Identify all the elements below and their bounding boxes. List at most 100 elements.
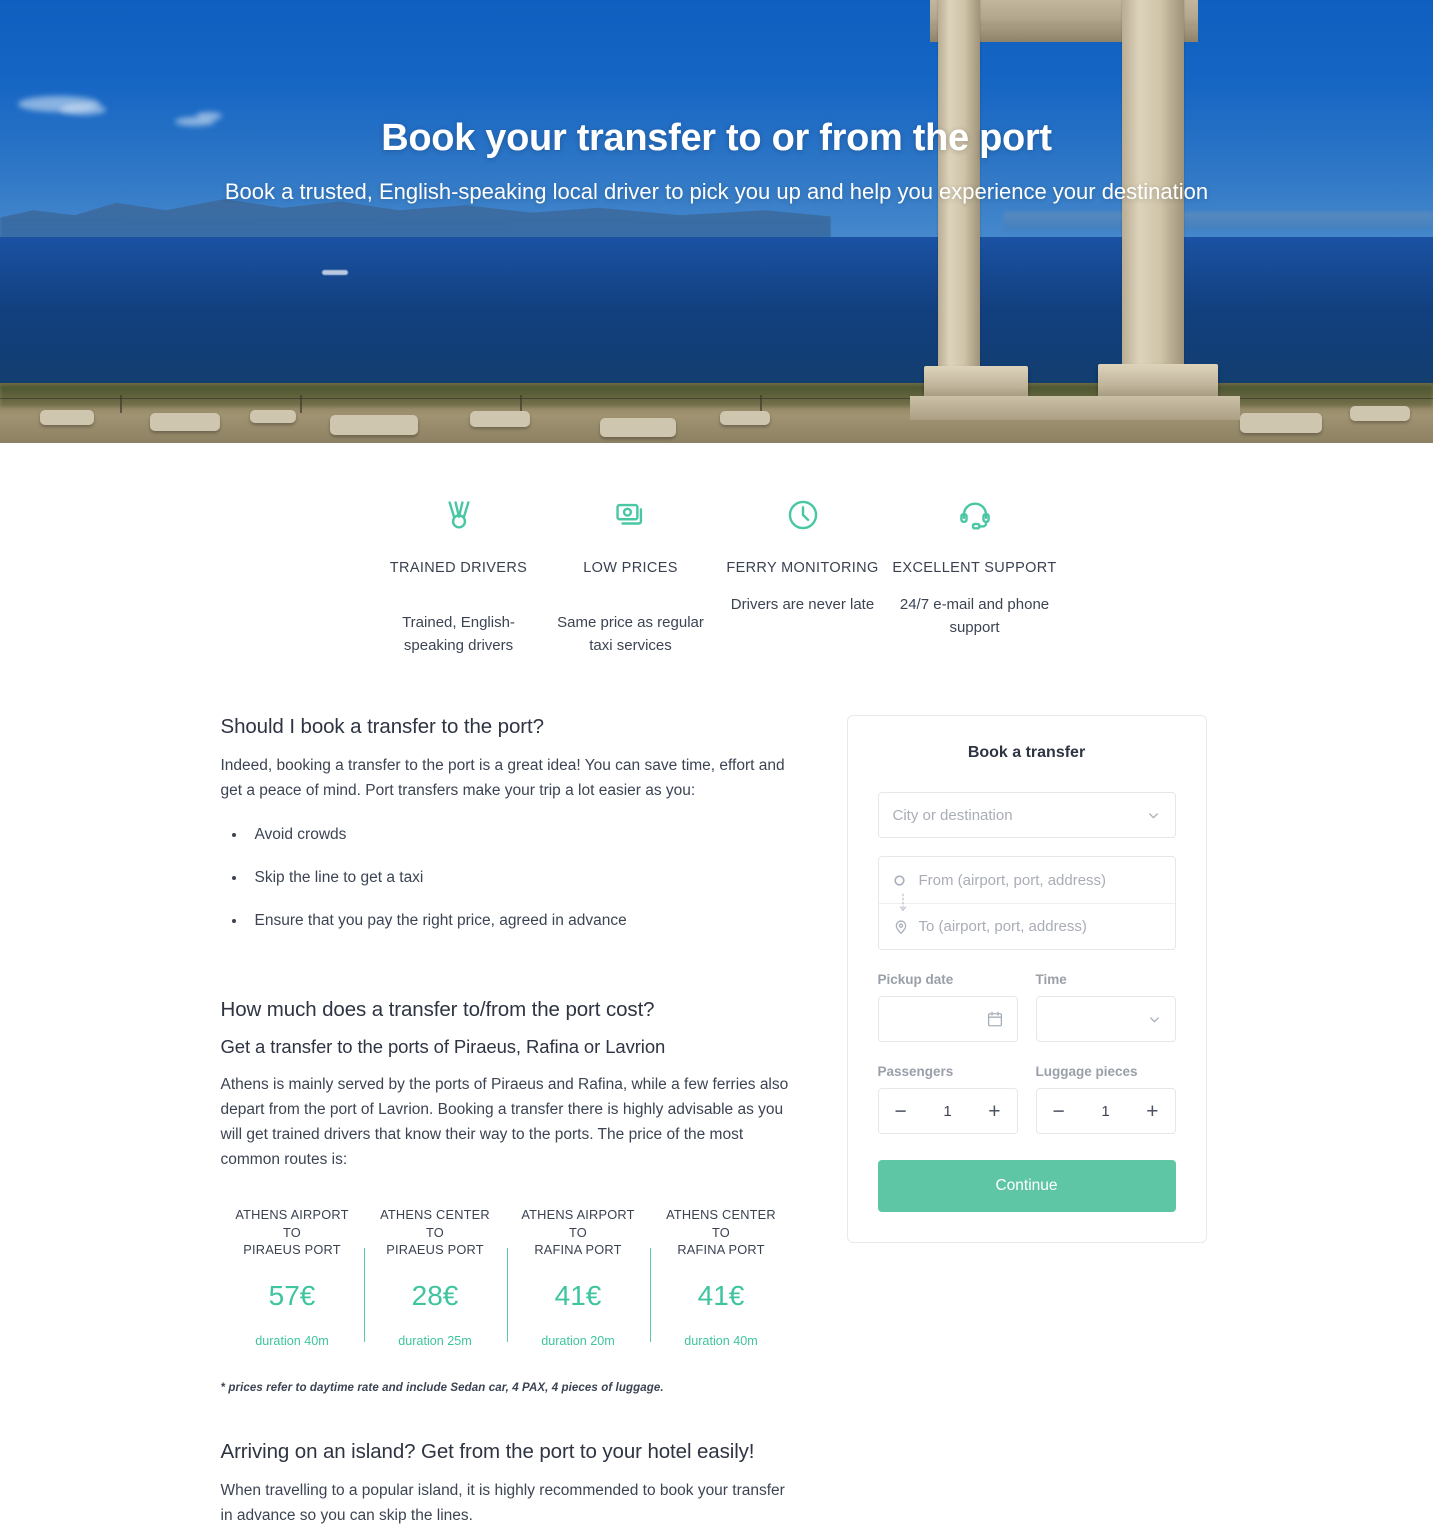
- article-column: Should I book a transfer to the port? In…: [217, 715, 817, 1528]
- section-paragraph-island: When travelling to a popular island, it …: [220, 1482, 785, 1525]
- price-route-connector: TO: [712, 1224, 730, 1240]
- rock-shape: [600, 418, 676, 437]
- price-duration: duration 25m: [398, 1334, 472, 1349]
- hero-banner: Book your transfer to or from the port B…: [0, 0, 1433, 443]
- main-content: Should I book a transfer to the port? In…: [217, 657, 1217, 1528]
- price-card: ATHENS CENTER TO PIRAEUS PORT 28€ durati…: [363, 1206, 507, 1349]
- column-base-right: [1098, 364, 1218, 400]
- price-value: 28€: [411, 1280, 459, 1312]
- feature-title: FERRY MONITORING: [726, 560, 879, 576]
- passengers-group: Passengers − 1 +: [877, 1042, 1018, 1135]
- clock-icon: [717, 491, 889, 539]
- rock-shape: [250, 410, 296, 423]
- booking-column: Book a transfer City or destination From…: [846, 715, 1207, 1244]
- headset-icon: [889, 491, 1061, 539]
- passengers-stepper: − 1 +: [877, 1088, 1018, 1135]
- hero-title: Book your transfer to or from the port: [381, 117, 1052, 159]
- feature-title: EXCELLENT SUPPORT: [892, 560, 1057, 576]
- list-item: Ensure that you pay the right price, agr…: [247, 909, 817, 934]
- price-route-from: ATHENS AIRPORT: [235, 1207, 349, 1223]
- city-destination-select[interactable]: City or destination: [877, 792, 1176, 839]
- chevron-down-icon: [1147, 1012, 1162, 1027]
- to-placeholder: To (airport, port, address): [918, 918, 1087, 936]
- pickup-date-input[interactable]: [877, 996, 1018, 1043]
- rock-shape: [1240, 413, 1322, 433]
- rock-shape: [150, 413, 220, 431]
- section-paragraph-cost: Athens is mainly served by the ports of …: [220, 1075, 789, 1169]
- passengers-luggage-row: Passengers − 1 + Luggage pieces − 1 +: [877, 1042, 1176, 1135]
- price-route-from: ATHENS CENTER: [666, 1207, 776, 1223]
- hero-background-photo: [0, 0, 1433, 443]
- price-route: ATHENS CENTER TO PIRAEUS PORT: [368, 1206, 503, 1260]
- booking-form-title: Book a transfer: [967, 744, 1086, 762]
- chevron-down-icon: [1146, 808, 1161, 823]
- passengers-label: Passengers: [877, 1064, 954, 1080]
- from-input-row[interactable]: From (airport, port, address): [879, 857, 1175, 903]
- price-duration: duration 20m: [541, 1334, 615, 1349]
- rock-shape: [720, 411, 770, 425]
- column-base-left: [924, 366, 1028, 400]
- fence-post: [300, 395, 302, 413]
- luggage-increment-button[interactable]: +: [1146, 1101, 1158, 1122]
- price-duration: duration 40m: [684, 1334, 758, 1349]
- pickup-date-label: Pickup date: [877, 972, 954, 988]
- to-input-row[interactable]: To (airport, port, address): [878, 903, 1175, 949]
- section-heading-should-i-book: Should I book a transfer to the port?: [220, 715, 544, 739]
- price-card: ATHENS AIRPORT TO PIRAEUS PORT 57€ durat…: [221, 1206, 364, 1348]
- price-route: ATHENS AIRPORT TO RAFINA PORT: [511, 1206, 646, 1260]
- stone-plinth: [910, 396, 1240, 420]
- feature-trained-drivers: TRAINED DRIVERS Trained, English-speakin…: [373, 491, 545, 657]
- route-connector-arrow-icon: [899, 893, 907, 915]
- price-route-to: RAFINA PORT: [677, 1242, 765, 1258]
- booking-form-card: Book a transfer City or destination From…: [846, 715, 1207, 1244]
- continue-button[interactable]: Continue: [877, 1160, 1176, 1213]
- feature-low-prices: LOW PRICES Same price as regular taxi se…: [545, 491, 717, 657]
- from-placeholder: From (airport, port, address): [918, 871, 1107, 889]
- map-pin-icon: [893, 919, 919, 935]
- luggage-group: Luggage pieces − 1 +: [1035, 1042, 1176, 1135]
- date-time-row: Pickup date Time: [877, 950, 1176, 1043]
- feature-desc: Drivers are never late: [730, 596, 875, 614]
- price-route-to: RAFINA PORT: [534, 1242, 622, 1258]
- feature-excellent-support: EXCELLENT SUPPORT 24/7 e-mail and phone …: [889, 491, 1061, 657]
- rock-shape: [470, 411, 530, 427]
- list-item: Skip the line to get a taxi: [247, 866, 817, 891]
- medal-icon: [373, 491, 545, 539]
- passengers-decrement-button[interactable]: −: [895, 1101, 907, 1122]
- luggage-decrement-button[interactable]: −: [1053, 1101, 1065, 1122]
- price-card: ATHENS AIRPORT TO RAFINA PORT 41€ durati…: [506, 1206, 650, 1349]
- cloud-shape: [60, 104, 106, 115]
- time-group: Time: [1035, 950, 1176, 1043]
- features-strip: TRAINED DRIVERS Trained, English-speakin…: [0, 443, 1433, 657]
- price-value: 57€: [268, 1280, 316, 1312]
- rock-shape: [1350, 406, 1410, 421]
- price-duration: duration 40m: [255, 1334, 329, 1349]
- price-route-connector: TO: [426, 1224, 444, 1240]
- pickup-date-group: Pickup date: [877, 950, 1018, 1043]
- rock-shape: [330, 415, 418, 435]
- price-card: ATHENS CENTER TO RAFINA PORT 41€ duratio…: [649, 1206, 793, 1349]
- list-item: Avoid crowds: [247, 823, 817, 848]
- feature-ferry-monitoring: FERRY MONITORING Drivers are never late: [717, 491, 889, 657]
- time-label: Time: [1035, 972, 1067, 988]
- feature-desc: Trained, English-speaking drivers: [402, 614, 515, 654]
- luggage-label: Luggage pieces: [1035, 1064, 1138, 1080]
- price-route-from: ATHENS CENTER: [380, 1207, 490, 1223]
- money-icon: [545, 491, 717, 539]
- feature-desc: 24/7 e-mail and phone support: [899, 596, 1050, 636]
- origin-circle-icon: [893, 874, 919, 887]
- price-value: 41€: [697, 1280, 745, 1312]
- price-value: 41€: [554, 1280, 602, 1312]
- city-destination-placeholder: City or destination: [892, 806, 1013, 824]
- calendar-icon: [986, 1010, 1004, 1028]
- luggage-value: 1: [1101, 1102, 1110, 1120]
- price-route-connector: TO: [569, 1224, 587, 1240]
- price-route-from: ATHENS AIRPORT: [521, 1207, 635, 1223]
- passengers-increment-button[interactable]: +: [988, 1101, 1000, 1122]
- price-route-to: PIRAEUS PORT: [243, 1242, 341, 1258]
- boat-shape: [322, 270, 348, 275]
- time-select[interactable]: [1035, 996, 1176, 1043]
- portara-monument: [910, 0, 1240, 420]
- price-route-connector: TO: [283, 1224, 301, 1240]
